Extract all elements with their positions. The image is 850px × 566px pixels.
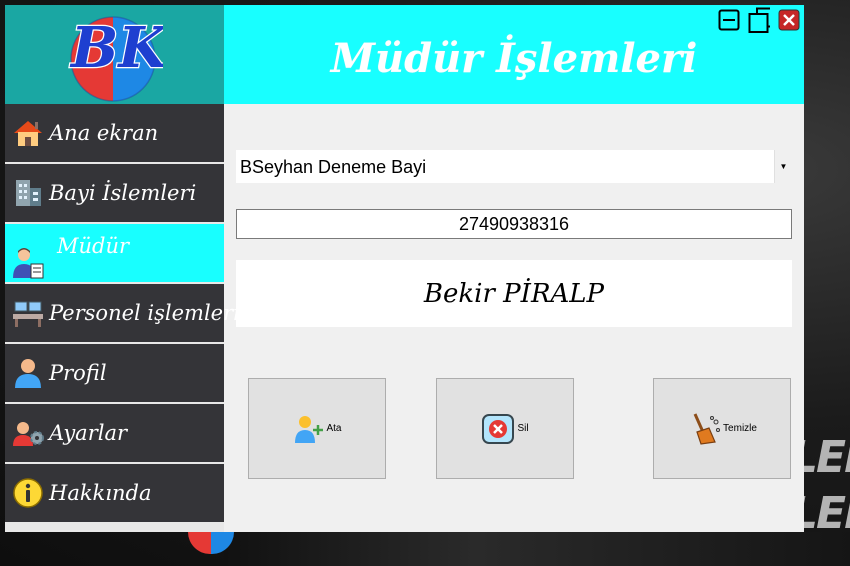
- office-desk-icon: [13, 301, 43, 327]
- assign-button[interactable]: Ata: [248, 378, 386, 479]
- user-settings-icon: [13, 422, 44, 446]
- sidebar-item-label: Müdür: [57, 234, 130, 258]
- clear-button[interactable]: Temizle: [653, 378, 791, 479]
- maximize-button[interactable]: [748, 7, 770, 33]
- sidebar-item-label: Bayi İslemleri: [49, 181, 197, 205]
- app-window: BK Müdür İşlemleri Ana ekran Bayi İsleml…: [5, 5, 804, 532]
- chevron-down-icon[interactable]: ▼: [774, 150, 792, 183]
- clear-button-label: Temizle: [723, 423, 757, 434]
- sidebar-item-bayi-islemleri[interactable]: Bayi İslemleri: [5, 164, 224, 222]
- sidebar-item-personel-islemleri[interactable]: Personel işlemleri: [5, 284, 240, 342]
- info-icon: [13, 478, 43, 508]
- close-icon: [778, 9, 800, 31]
- home-icon: [14, 121, 42, 146]
- building-icon: [16, 180, 41, 206]
- assign-button-label: Ata: [326, 423, 342, 434]
- page-title: Müdür İşlemleri: [330, 35, 698, 82]
- sidebar-item-ana-ekran[interactable]: Ana ekran: [5, 104, 224, 162]
- sidebar-item-profil[interactable]: Profil: [5, 344, 224, 402]
- dealer-select[interactable]: BSeyhan Deneme Bayi ▼: [236, 150, 792, 183]
- minimize-icon: [718, 9, 740, 31]
- logo-lettering: BK: [69, 15, 163, 81]
- close-button[interactable]: [778, 9, 800, 31]
- id-number-field[interactable]: 27490938316: [236, 209, 792, 239]
- sidebar-item-label: Profil: [49, 361, 107, 385]
- sidebar-item-hakkinda[interactable]: Hakkında: [5, 464, 224, 522]
- maximize-icon: [748, 7, 770, 33]
- window-controls: [718, 7, 800, 33]
- desktop-wallpaper-strip: [224, 532, 850, 566]
- delete-icon: [482, 413, 515, 444]
- sidebar-item-label: Ana ekran: [49, 121, 159, 145]
- app-logo: BK: [68, 14, 163, 102]
- manager-icon: [13, 248, 44, 279]
- delete-button[interactable]: Sil: [436, 378, 574, 479]
- sidebar: Ana ekran Bayi İslemleri Müdür Personel …: [5, 104, 240, 532]
- sidebar-item-ayarlar[interactable]: Ayarlar: [5, 404, 224, 462]
- sidebar-item-label: Ayarlar: [49, 421, 128, 445]
- sidebar-item-label: Hakkında: [49, 481, 152, 505]
- sidebar-item-label: Personel işlemleri: [49, 301, 240, 325]
- add-user-icon: [295, 415, 324, 443]
- user-icon: [15, 359, 41, 388]
- delete-button-label: Sil: [517, 423, 529, 434]
- header-bar: Müdür İşlemleri: [224, 5, 804, 104]
- broom-icon: [693, 412, 721, 445]
- sidebar-item-mudur[interactable]: Müdür: [5, 224, 224, 282]
- dealer-select-value: BSeyhan Deneme Bayi: [240, 157, 427, 177]
- logo-area: BK: [5, 5, 224, 104]
- manager-name-display: Bekir PİRALP: [236, 260, 792, 327]
- minimize-button[interactable]: [718, 9, 740, 31]
